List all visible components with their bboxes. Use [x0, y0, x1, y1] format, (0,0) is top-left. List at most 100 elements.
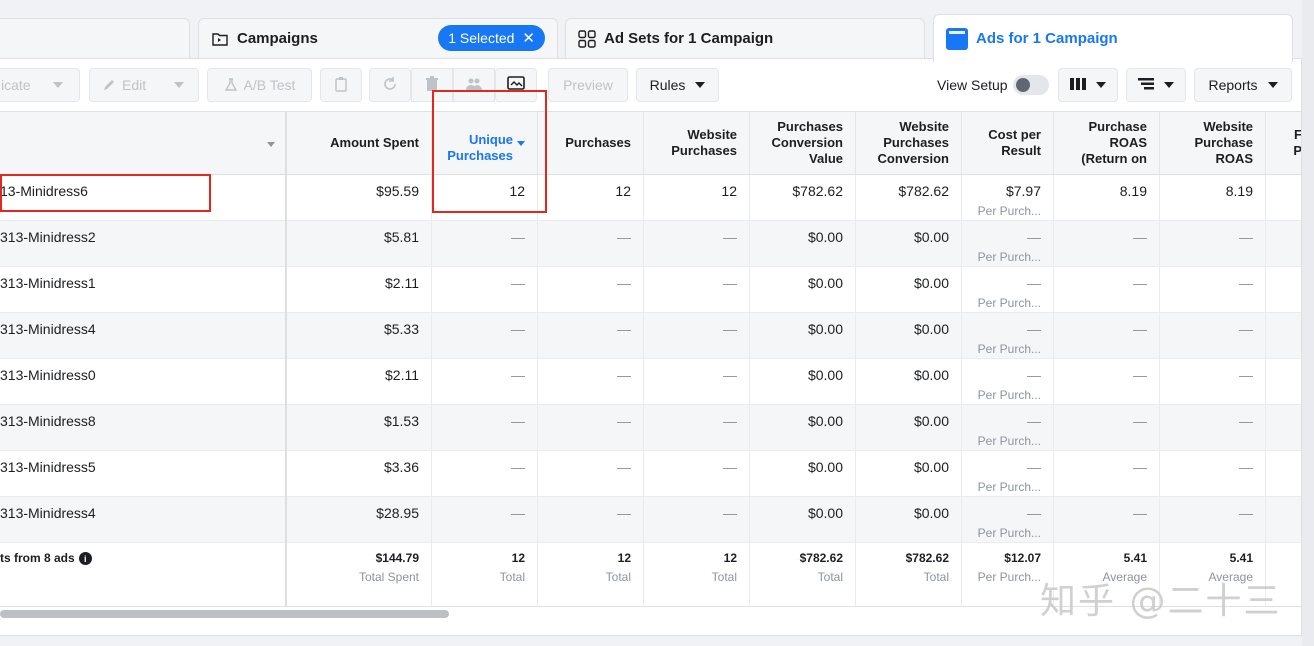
- cell-extra: [1266, 359, 1301, 405]
- totals-label: ts from 8 ads: [0, 551, 75, 565]
- cell-website-purchases: —: [644, 221, 750, 267]
- cell-subtext: Per Purch...: [977, 526, 1041, 540]
- tab-campaigns[interactable]: Campaigns 1 Selected ✕: [198, 18, 558, 58]
- edit-label: Edit: [122, 77, 147, 93]
- cell-cost-per-result: — Per Purch...: [962, 359, 1054, 405]
- chevron-down-icon: [1267, 82, 1278, 88]
- cell-value: —: [1239, 413, 1253, 429]
- table-row[interactable]: 313-Minidress1 $2.11 — — — $0.00 $0.00 — Per Pur…: [0, 267, 1301, 313]
- tab-ads-label: Ads for 1 Campaign: [976, 30, 1118, 47]
- cell-value: $0.00: [913, 275, 949, 291]
- ad-name-cell[interactable]: 313-Minidress2: [0, 221, 286, 267]
- ad-name[interactable]: 313-Minidress0: [0, 367, 96, 383]
- cell-value: $28.95: [376, 505, 419, 521]
- column-header-amount-spent[interactable]: Amount Spent: [286, 112, 432, 174]
- cell-value: —: [617, 229, 631, 245]
- info-icon[interactable]: i: [78, 552, 92, 566]
- view-setup-toggle[interactable]: [1013, 75, 1049, 95]
- cell-extra: [1266, 175, 1301, 221]
- column-header-name[interactable]: [0, 112, 286, 174]
- breakdown-button[interactable]: [1126, 68, 1186, 102]
- column-header-extra[interactable]: F P: [1266, 112, 1301, 174]
- edit-button[interactable]: Edit: [89, 68, 199, 102]
- ad-name[interactable]: 313-Minidress8: [0, 413, 96, 429]
- cell-value: $0.00: [913, 459, 949, 475]
- cell-cost-per-result: $7.97 Per Purch...: [962, 175, 1054, 221]
- ad-name[interactable]: 313-Minidress1: [0, 275, 96, 291]
- ad-name-cell[interactable]: 313-Minidress4: [0, 497, 286, 543]
- ad-name-cell[interactable]: 313-Minidress0: [0, 359, 286, 405]
- ad-name-cell[interactable]: 313-Minidress8: [0, 405, 286, 451]
- cell-website-purchases-conversion: $0.00: [856, 451, 962, 497]
- selected-pill[interactable]: 1 Selected ✕: [438, 25, 545, 51]
- cell-value: —: [1133, 275, 1147, 291]
- column-header-website-purchases[interactable]: Website Purchases: [644, 112, 750, 174]
- reports-button[interactable]: Reports: [1194, 68, 1292, 102]
- total-unique-purchases: 12 Total: [432, 543, 538, 607]
- column-header-purchases-conversion-value[interactable]: Purchases Conversion Value: [750, 112, 856, 174]
- column-header-purchases[interactable]: Purchases: [538, 112, 644, 174]
- ad-name[interactable]: 313-Minidress4: [0, 321, 96, 337]
- total-subtext: Per Purch...: [977, 570, 1041, 584]
- ad-name[interactable]: 313-Minidress5: [0, 459, 96, 475]
- total-value: $782.62: [905, 551, 949, 565]
- chevron-down-icon[interactable]: [267, 142, 275, 147]
- cell-purchase-roas: —: [1054, 267, 1160, 313]
- cell-website-purchases-conversion: $0.00: [856, 313, 962, 359]
- ab-test-button[interactable]: A/B Test: [207, 68, 312, 102]
- cell-value: $0.00: [807, 275, 843, 291]
- ad-name-cell[interactable]: 313-Minidress1: [0, 267, 286, 313]
- cell-website-purchases: —: [644, 405, 750, 451]
- total-subtext: Total: [605, 570, 631, 584]
- cell-purchases: —: [538, 359, 644, 405]
- total-website-purchases-conversion: $782.62 Total: [856, 543, 962, 607]
- tab-ads[interactable]: Ads for 1 Campaign: [933, 14, 1293, 62]
- table-row[interactable]: 313-Minidress4 $5.33 — — — $0.00 $0.00 — Per Pur…: [0, 313, 1301, 359]
- column-header-cost-per-result[interactable]: Cost per Result: [962, 112, 1054, 174]
- ad-name-cell[interactable]: 313-Minidress5: [0, 451, 286, 497]
- column-header-website-purchases-conversion[interactable]: Website Purchases Conversion: [856, 112, 962, 174]
- table-row[interactable]: 313-Minidress4 $28.95 — — — $0.00 $0.00 — Per Pu…: [0, 497, 1301, 543]
- ad-name-cell[interactable]: 313-Minidress4: [0, 313, 286, 359]
- folder-icon: [211, 30, 229, 48]
- cell-value: $0.00: [913, 367, 949, 383]
- tab-account[interactable]: [0, 18, 190, 58]
- cell-website-purchases: —: [644, 313, 750, 359]
- cell-purchases-conversion-value: $0.00: [750, 451, 856, 497]
- scrollbar-thumb[interactable]: [0, 610, 449, 618]
- table-row[interactable]: 313-Minidress8 $1.53 — — — $0.00 $0.00 — Per Pur…: [0, 405, 1301, 451]
- cell-website-purchase-roas: 8.19: [1160, 175, 1266, 221]
- rules-button[interactable]: Rules: [636, 68, 719, 102]
- cell-purchase-roas: —: [1054, 405, 1160, 451]
- cell-website-purchases-conversion: $0.00: [856, 359, 962, 405]
- refresh-button[interactable]: [369, 68, 411, 102]
- cell-purchase-roas: 8.19: [1054, 175, 1160, 221]
- cell-value: $0.00: [913, 229, 949, 245]
- chevron-down-icon: [174, 82, 185, 88]
- total-value: $12.07: [1004, 551, 1041, 565]
- cell-value: —: [511, 505, 525, 521]
- column-header-website-purchase-roas[interactable]: Website Purchase ROAS: [1160, 112, 1266, 174]
- ad-name[interactable]: 313-Minidress4: [0, 505, 96, 521]
- duplicate-button[interactable]: icate: [0, 68, 80, 102]
- table-row[interactable]: 313-Minidress5 $3.36 — — — $0.00 $0.00 — Per Pur…: [0, 451, 1301, 497]
- preview-button[interactable]: Preview: [548, 68, 628, 102]
- ad-name[interactable]: 313-Minidress2: [0, 229, 96, 245]
- cell-value: —: [723, 229, 737, 245]
- cell-value: $5.33: [383, 321, 419, 337]
- cell-purchase-roas: —: [1054, 221, 1160, 267]
- table-row[interactable]: 313-Minidress0 $2.11 — — — $0.00 $0.00 — Per Pur…: [0, 359, 1301, 405]
- tab-campaigns-label: Campaigns: [237, 30, 318, 47]
- cell-subtext: Per Purch...: [977, 204, 1041, 218]
- close-icon[interactable]: ✕: [522, 29, 535, 47]
- table-row[interactable]: 313-Minidress2 $5.81 — — — $0.00 $0.00 — Per Pur…: [0, 221, 1301, 267]
- cell-value: —: [1133, 367, 1147, 383]
- cell-value: —: [1027, 505, 1041, 521]
- cell-amount-spent: $2.11: [286, 267, 432, 313]
- columns-button[interactable]: [1058, 68, 1118, 102]
- column-header-purchase-roas[interactable]: Purchase ROAS (Return on: [1054, 112, 1160, 174]
- clipboard-button[interactable]: [320, 68, 362, 102]
- total-subtext: Total: [711, 570, 737, 584]
- cell-website-purchases-conversion: $782.62: [856, 175, 962, 221]
- tab-adsets[interactable]: Ad Sets for 1 Campaign: [565, 18, 925, 58]
